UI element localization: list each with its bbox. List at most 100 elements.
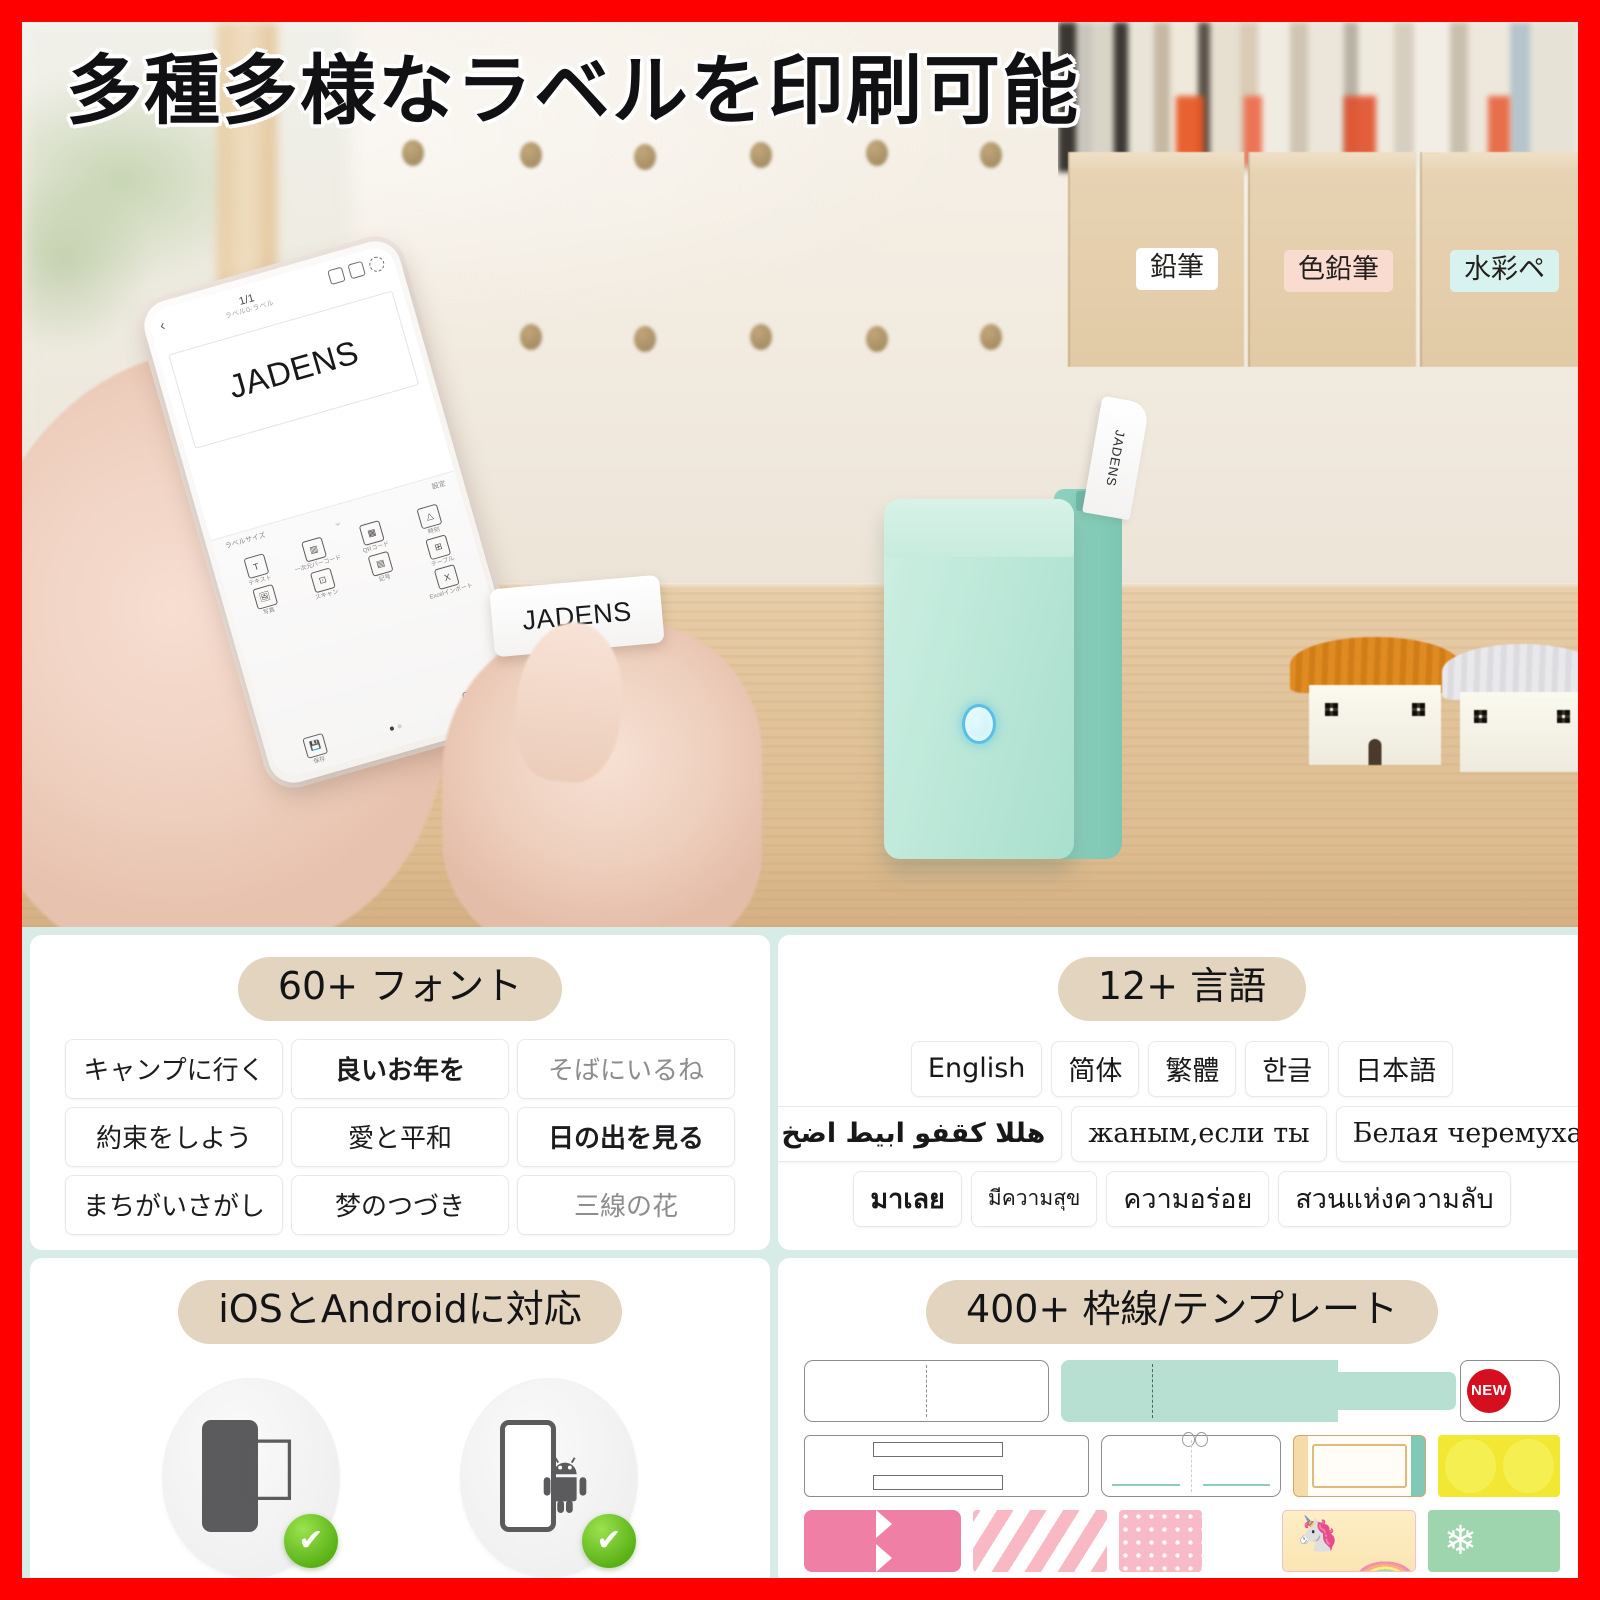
os-item-android: ✔ <box>460 1377 638 1578</box>
peg-holes <box>402 132 1162 412</box>
font-row: 約束をしよう 愛と平和 日の出を見る <box>50 1106 750 1167</box>
symbol-icon: ▤ <box>367 550 394 577</box>
language-row: هللا كقفو ابيط اضخ жаным,если ты Белая ч… <box>778 1105 1578 1162</box>
back-chevron-icon[interactable]: ‹ <box>158 317 167 335</box>
language-chip[interactable]: 简体 <box>1051 1040 1140 1097</box>
language-row: English 简体 繁體 한글 日本語 <box>796 1040 1568 1097</box>
template-samples: NEW 🦄 ❄ <box>778 1344 1578 1572</box>
font-sample[interactable]: 三線の花 <box>517 1174 735 1235</box>
pink-dot-label[interactable] <box>1119 1509 1202 1572</box>
font-row: キャンプに行く 良いお年を そばにいるね <box>50 1038 750 1099</box>
language-row: มาเลย มีความสุข ความอร่อย สวนแห่งความลับ <box>796 1170 1568 1227</box>
scan-icon: ⊡ <box>309 567 336 593</box>
font-sample[interactable]: 日の出を見る <box>517 1106 735 1167</box>
panel-os-support: iOSとAndroidに対応  ✔ <box>30 1258 770 1578</box>
rainbow-icon <box>1358 1546 1411 1571</box>
panel-languages: 12+ 言語 English 简体 繁體 한글 日本語 هللا كقفو اب… <box>778 935 1578 1250</box>
os-title: iOSとAndroidに対応 <box>178 1280 622 1344</box>
shelf-label-color-pencil: 色鉛筆 <box>1284 250 1393 292</box>
new-badge: NEW <box>1467 1368 1512 1413</box>
hero-photo: 鉛筆 色鉛筆 水彩ペ ‹ 1/1 ラベル0-ラベル JADENS ラベルサイズ … <box>22 22 1578 927</box>
fonts-title: 60+ フォント <box>237 957 563 1021</box>
gear-icon[interactable] <box>367 254 387 274</box>
language-chip[interactable]: มีความสุข <box>970 1170 1098 1227</box>
toy-house-white <box>1442 644 1578 772</box>
font-samples: キャンプに行く 良いお年を そばにいるね 約束をしよう 愛と平和 日の出を見る … <box>30 1021 770 1235</box>
language-chip[interactable]: 한글 <box>1245 1040 1330 1097</box>
os-icons:  ✔ <box>30 1377 770 1578</box>
table-icon: ⊞ <box>425 533 452 560</box>
status-badge: ✔ <box>284 1513 338 1568</box>
app-top-icons <box>327 254 387 286</box>
mint-flag-label[interactable] <box>1060 1359 1457 1422</box>
language-chip[interactable]: هللا كقفو ابيط اضخ <box>778 1105 1063 1162</box>
pen-shelf <box>1058 22 1578 367</box>
green-daisy-label[interactable]: ❄ <box>1427 1509 1560 1572</box>
unicorn-icon: 🦄 <box>1296 1514 1339 1553</box>
language-chip[interactable]: Белая черемуха <box>1335 1105 1578 1162</box>
flower-icon: ❄ <box>1443 1518 1478 1563</box>
language-chip[interactable]: สวนแห่งความลับ <box>1278 1170 1511 1227</box>
qrcode-icon: ▦ <box>358 520 385 547</box>
font-sample[interactable]: そばにいるね <box>517 1038 735 1099</box>
os-item-ios:  ✔ <box>162 1377 340 1578</box>
language-samples: English 简体 繁體 한글 日本語 هللا كقفو ابيط اضخ … <box>778 1021 1578 1227</box>
font-sample[interactable]: まちがいさがし <box>65 1174 283 1235</box>
undo-icon[interactable] <box>327 266 346 286</box>
font-sample[interactable]: 愛と平和 <box>291 1106 509 1167</box>
languages-title: 12+ 言語 <box>1057 957 1307 1021</box>
font-sample[interactable]: 梦のつづき <box>291 1174 509 1235</box>
yellow-oval-label[interactable] <box>1438 1434 1560 1497</box>
page-title: 多種多様なラベルを印刷可能 <box>66 46 1080 135</box>
pencil-frame-label[interactable] <box>1293 1434 1427 1497</box>
tape-text: JADENS <box>1103 428 1129 488</box>
label-printer: JADENS <box>884 395 1150 862</box>
shelf-label-watercolor-pen: 水彩ペ <box>1450 250 1559 292</box>
photo-icon: 🖼 <box>251 583 278 610</box>
redo-icon[interactable] <box>347 260 366 280</box>
pink-bowtie-label[interactable] <box>804 1509 962 1572</box>
font-sample[interactable]: 良いお年を <box>291 1038 509 1099</box>
android-icon <box>543 1457 587 1513</box>
time-icon: △ <box>416 503 443 530</box>
template-row <box>804 1431 1560 1497</box>
feature-grid: 60+ フォント キャンプに行く 良いお年を そばにいるね 約束をしよう 愛と平… <box>22 927 1578 1578</box>
pink-stripe-label[interactable] <box>973 1509 1108 1572</box>
shelf-label-text: 水彩ペ <box>1464 254 1545 285</box>
shelf-label-pencil: 鉛筆 <box>1136 248 1218 290</box>
templates-title: 400+ 枠線/テンプレート <box>925 1280 1439 1344</box>
save-button[interactable]: 💾 保存 <box>302 733 330 767</box>
font-sample[interactable]: 約束をしよう <box>65 1106 283 1167</box>
font-sample[interactable]: キャンプに行く <box>65 1038 283 1099</box>
panel-fonts: 60+ フォント キャンプに行く 良いお年を そばにいるね 約束をしよう 愛と平… <box>30 935 770 1250</box>
bracket-label[interactable] <box>804 1434 1089 1497</box>
template-row: NEW <box>804 1359 1560 1422</box>
language-chip[interactable]: жаным,если ты <box>1071 1105 1327 1162</box>
language-chip[interactable]: 繁體 <box>1148 1040 1237 1097</box>
language-chip[interactable]: มาเลย <box>853 1170 962 1227</box>
shelf-label-text: 鉛筆 <box>1150 252 1204 283</box>
language-chip[interactable]: 日本語 <box>1338 1040 1454 1097</box>
unicorn-rainbow-label[interactable]: 🦄 <box>1281 1509 1416 1572</box>
clip-ring-label[interactable] <box>1100 1431 1282 1497</box>
new-round-label[interactable]: NEW <box>1460 1359 1560 1422</box>
toy-house-orange <box>1290 637 1460 765</box>
barcode-icon: ▥ <box>300 536 327 563</box>
language-chip[interactable]: English <box>910 1040 1043 1097</box>
status-badge: ✔ <box>582 1513 636 1568</box>
template-row: 🦄 ❄ <box>804 1509 1560 1572</box>
page-dots <box>389 723 403 732</box>
power-button[interactable] <box>962 704 996 744</box>
printer-lid <box>884 499 1074 557</box>
outline-split-label[interactable] <box>804 1359 1049 1422</box>
font-row: まちがいさがし 梦のつづき 三線の花 <box>50 1174 750 1235</box>
printer-body <box>884 499 1074 859</box>
shelf-label-text: 色鉛筆 <box>1298 254 1379 285</box>
page-indicator: 1/1 ラベル0-ラベル <box>221 287 275 321</box>
canvas-text: JADENS <box>224 333 363 406</box>
panel-templates: 400+ 枠線/テンプレート NEW 🦄 ❄ <box>778 1258 1578 1578</box>
text-icon: T <box>243 553 270 580</box>
language-chip[interactable]: ความอร่อย <box>1106 1170 1270 1227</box>
apple-icon:  <box>234 1425 300 1514</box>
product-image-frame: 鉛筆 色鉛筆 水彩ペ ‹ 1/1 ラベル0-ラベル JADENS ラベルサイズ … <box>22 22 1578 1578</box>
